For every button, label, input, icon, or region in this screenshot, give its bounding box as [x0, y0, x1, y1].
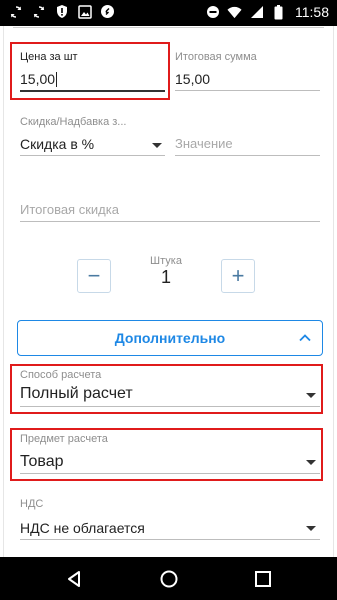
clock: 11:58: [295, 4, 329, 20]
item-edit-screen: Цена за шт 15,00 Итоговая сумма 15,00 Ск…: [0, 26, 337, 557]
discount-value-input[interactable]: Значение: [175, 136, 233, 151]
total-discount-underline: [20, 221, 320, 222]
divider: [13, 27, 324, 28]
total-discount-input[interactable]: Итоговая скидка: [20, 202, 119, 217]
do-not-disturb-icon: [205, 5, 220, 20]
highlight-box: [10, 364, 323, 414]
quantity-value: 1: [160, 267, 171, 287]
back-icon[interactable]: [64, 569, 84, 589]
highlight-box: [10, 428, 323, 481]
navigation-bar: [0, 557, 337, 600]
home-icon[interactable]: [159, 569, 179, 589]
chevron-down-icon[interactable]: [306, 526, 316, 531]
shazam-icon: [100, 4, 115, 19]
plus-icon: +: [231, 263, 245, 288]
quantity-unit-label: Штука: [150, 255, 182, 267]
total-sum-value: 15,00: [175, 71, 211, 87]
discount-value-underline: [175, 155, 320, 156]
status-bar: 11:58: [0, 0, 337, 26]
wifi-icon: [227, 5, 242, 20]
discount-type-label: Скидка/Надбавка з...: [20, 116, 127, 128]
discount-type-select[interactable]: Скидка в %: [20, 136, 165, 156]
signal-icon: [249, 5, 264, 20]
sync-icon: [8, 4, 23, 19]
total-sum-label: Итоговая сумма: [175, 51, 257, 63]
decrease-quantity-button[interactable]: −: [77, 259, 111, 293]
chevron-down-icon[interactable]: [152, 143, 162, 148]
battery-icon: [271, 4, 286, 20]
recents-icon[interactable]: [253, 569, 273, 589]
sync-icon: [31, 4, 46, 19]
discount-type-underline: [20, 155, 165, 156]
shield-alert-icon: [54, 4, 69, 19]
image-icon: [77, 4, 92, 19]
minus-icon: −: [87, 263, 101, 288]
vat-value: НДС не облагается: [20, 520, 145, 536]
vat-label: НДС: [20, 498, 44, 510]
additional-options-label: Дополнительно: [114, 330, 226, 346]
vat-underline: [20, 539, 320, 540]
increase-quantity-button[interactable]: +: [221, 259, 255, 293]
chevron-up-icon: [299, 334, 311, 342]
vat-select[interactable]: НДС не облагается: [20, 520, 320, 540]
discount-type-value: Скидка в %: [20, 136, 95, 152]
total-sum-underline: [175, 90, 320, 91]
highlight-box: [10, 42, 170, 100]
additional-options-button[interactable]: Дополнительно: [17, 320, 323, 356]
